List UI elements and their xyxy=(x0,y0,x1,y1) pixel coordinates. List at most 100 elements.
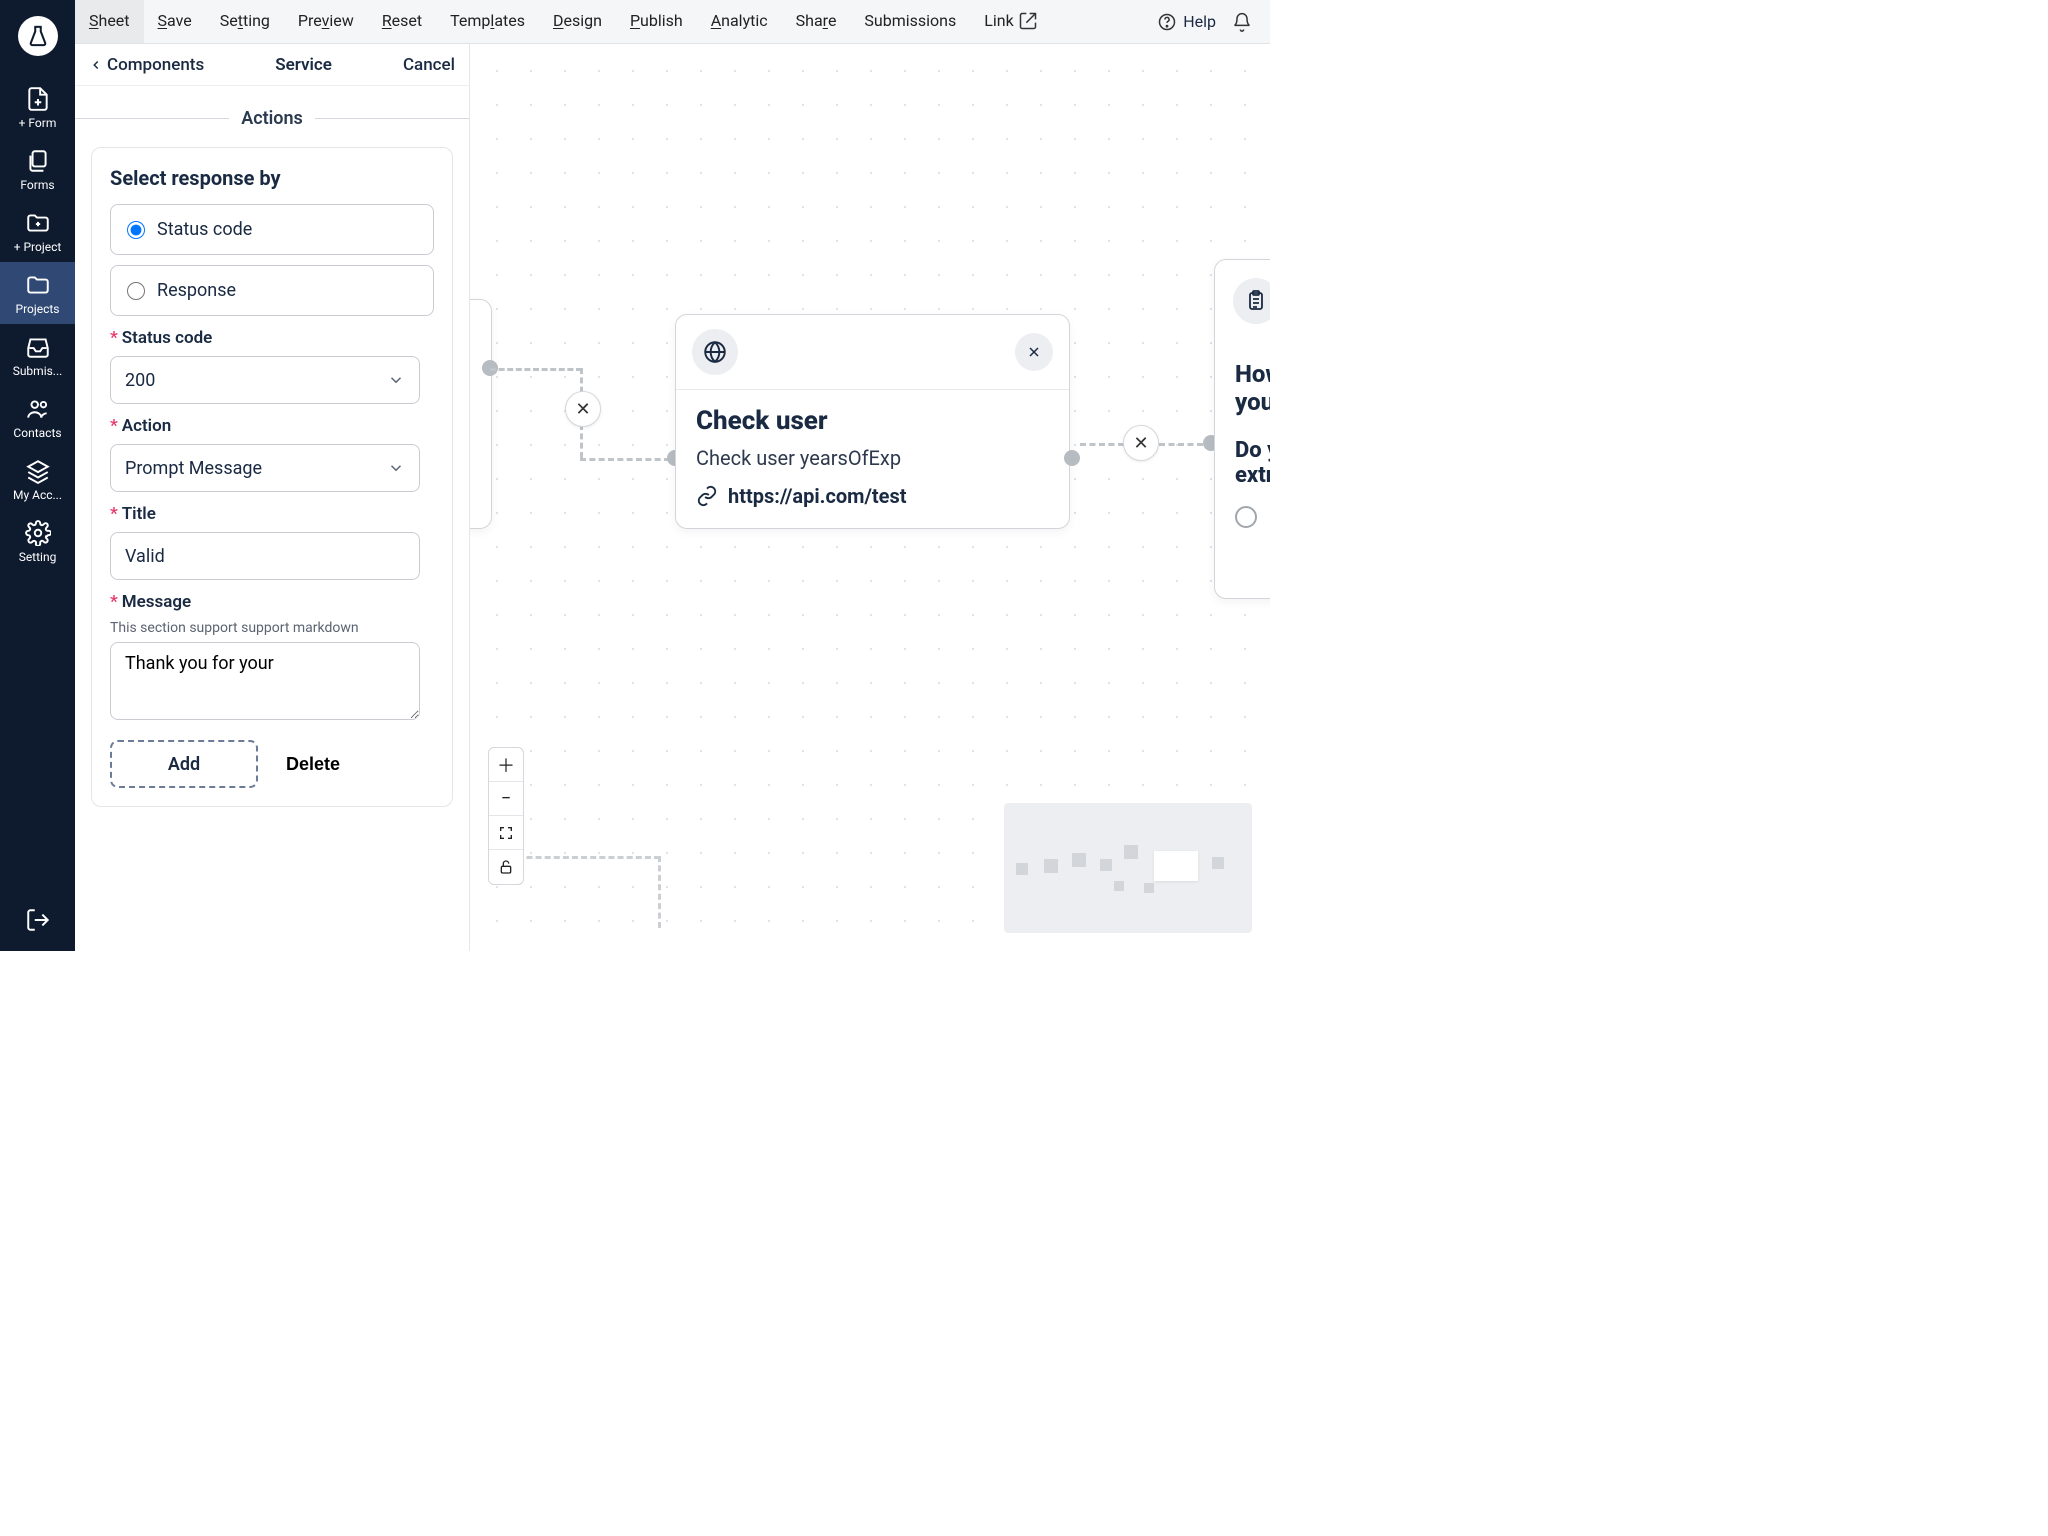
sidebar-label: Forms xyxy=(20,178,54,192)
zoom-out-button[interactable]: − xyxy=(489,782,523,816)
toolbar-help[interactable]: Help xyxy=(1157,12,1216,32)
folder-icon xyxy=(25,272,51,298)
clipboard-icon xyxy=(1233,278,1270,324)
chevron-left-icon xyxy=(89,58,103,72)
cancel-button[interactable]: Cancel xyxy=(403,55,455,75)
users-icon xyxy=(25,396,51,422)
section-title: Actions xyxy=(229,108,315,129)
chevron-down-icon xyxy=(387,371,405,389)
radio-input-status[interactable] xyxy=(127,221,145,239)
toolbar-reset[interactable]: Reset xyxy=(368,0,436,43)
edge xyxy=(1159,443,1203,446)
sidebar-label: Setting xyxy=(19,550,57,564)
edge xyxy=(1080,443,1124,446)
delete-button[interactable]: Delete xyxy=(286,754,340,775)
card-heading: Select response by xyxy=(110,166,434,190)
toolbar-publish[interactable]: Publish xyxy=(616,0,697,43)
node-close-button[interactable] xyxy=(1015,333,1053,371)
select-value: Prompt Message xyxy=(125,458,262,479)
sidebar-item-my-account[interactable]: My Acc... xyxy=(0,448,75,510)
radio-status-code[interactable]: Status code xyxy=(110,204,434,255)
sidebar-label: Contacts xyxy=(13,426,61,440)
sidebar-item-contacts[interactable]: Contacts xyxy=(0,386,75,448)
toolbar-share[interactable]: Share xyxy=(782,0,851,43)
file-plus-icon xyxy=(25,86,51,112)
canvas-controls: ＋ − xyxy=(488,747,524,885)
node-title: Check user xyxy=(696,406,1049,436)
help-text: This section support support markdown xyxy=(110,620,434,636)
radio-label: Response xyxy=(157,280,236,301)
sidebar-item-projects[interactable]: Projects xyxy=(0,262,75,324)
back-button[interactable]: Components xyxy=(89,55,204,75)
minimap[interactable] xyxy=(1004,803,1252,933)
radio-input-response[interactable] xyxy=(127,282,145,300)
question-2: Do you want to provide extra info? xyxy=(1235,438,1270,488)
input-title[interactable]: Valid xyxy=(110,532,420,580)
add-button[interactable]: Add xyxy=(110,740,258,788)
toolbar-submissions[interactable]: Submissions xyxy=(850,0,970,43)
toolbar-design[interactable]: Design xyxy=(539,0,616,43)
folder-plus-icon xyxy=(25,210,51,236)
back-label: Components xyxy=(107,55,204,75)
fullscreen-icon xyxy=(498,825,514,841)
top-toolbar: Sheet Save Setting Preview Reset Templat… xyxy=(75,0,1270,44)
bell-icon[interactable] xyxy=(1232,12,1252,32)
sidebar-label: Projects xyxy=(16,302,60,316)
sidebar-label: Submis... xyxy=(13,364,63,378)
radio-label: Status code xyxy=(157,219,252,240)
sidebar-item-forms[interactable]: Forms xyxy=(0,138,75,200)
edge xyxy=(658,856,661,928)
help-label: Help xyxy=(1183,12,1216,31)
node-partial-left[interactable] xyxy=(470,299,492,529)
node-questions[interactable]: How many years have you used React? Do y… xyxy=(1214,259,1270,599)
radio-placeholder[interactable] xyxy=(1235,506,1257,528)
link-icon xyxy=(696,485,718,507)
unlock-icon xyxy=(498,859,514,875)
sidebar-item-submissions[interactable]: Submis... xyxy=(0,324,75,386)
sidebar-item-new-form[interactable]: + Form xyxy=(0,76,75,138)
label-title: *Title xyxy=(110,504,434,524)
gear-icon xyxy=(25,520,51,546)
select-value: 200 xyxy=(125,370,155,391)
flow-canvas[interactable]: ✕ Check user Check user yearsOfExp https… xyxy=(470,44,1270,951)
zoom-in-button[interactable]: ＋ xyxy=(489,748,523,782)
sidebar-label: + Project xyxy=(14,240,62,254)
textarea-message[interactable] xyxy=(110,642,420,720)
help-icon xyxy=(1157,12,1177,32)
edge xyxy=(490,368,582,371)
delete-edge-button[interactable]: ✕ xyxy=(1123,425,1159,461)
toolbar-templates[interactable]: Templates xyxy=(436,0,539,43)
node-connector-dot[interactable] xyxy=(1064,450,1080,466)
globe-icon xyxy=(692,329,738,375)
sidebar-item-setting[interactable]: Setting xyxy=(0,510,75,572)
logout-icon xyxy=(25,907,51,933)
select-status-code[interactable]: 200 xyxy=(110,356,420,404)
toolbar-link[interactable]: Link xyxy=(970,0,1051,43)
sidebar-item-logout[interactable] xyxy=(0,897,75,951)
panel-header: Components Service Cancel xyxy=(75,44,469,86)
node-url: https://api.com/test xyxy=(696,484,1049,508)
toolbar-preview[interactable]: Preview xyxy=(284,0,368,43)
delete-edge-button[interactable]: ✕ xyxy=(565,391,601,427)
node-description: Check user yearsOfExp xyxy=(696,446,1049,470)
files-icon xyxy=(25,148,51,174)
edge xyxy=(580,458,670,461)
toolbar-analytic[interactable]: Analytic xyxy=(697,0,782,43)
chevron-down-icon xyxy=(387,459,405,477)
select-action[interactable]: Prompt Message xyxy=(110,444,420,492)
sidebar-label: My Acc... xyxy=(13,488,62,502)
toolbar-sheet[interactable]: Sheet xyxy=(75,0,144,43)
question-1: How many years have you used React? xyxy=(1235,360,1270,416)
inbox-icon xyxy=(25,334,51,360)
toolbar-save[interactable]: Save xyxy=(144,0,206,43)
sidebar-item-new-project[interactable]: + Project xyxy=(0,200,75,262)
fit-view-button[interactable] xyxy=(489,816,523,850)
radio-response[interactable]: Response xyxy=(110,265,434,316)
lock-toggle-button[interactable] xyxy=(489,850,523,884)
node-check-user[interactable]: Check user Check user yearsOfExp https:/… xyxy=(675,314,1070,529)
side-panel: Components Service Cancel Actions Select… xyxy=(75,44,470,951)
input-value: Valid xyxy=(125,546,165,567)
toolbar-setting[interactable]: Setting xyxy=(206,0,284,43)
left-sidebar: + Form Forms + Project Projects Submis..… xyxy=(0,0,75,951)
external-link-icon xyxy=(1018,11,1038,31)
